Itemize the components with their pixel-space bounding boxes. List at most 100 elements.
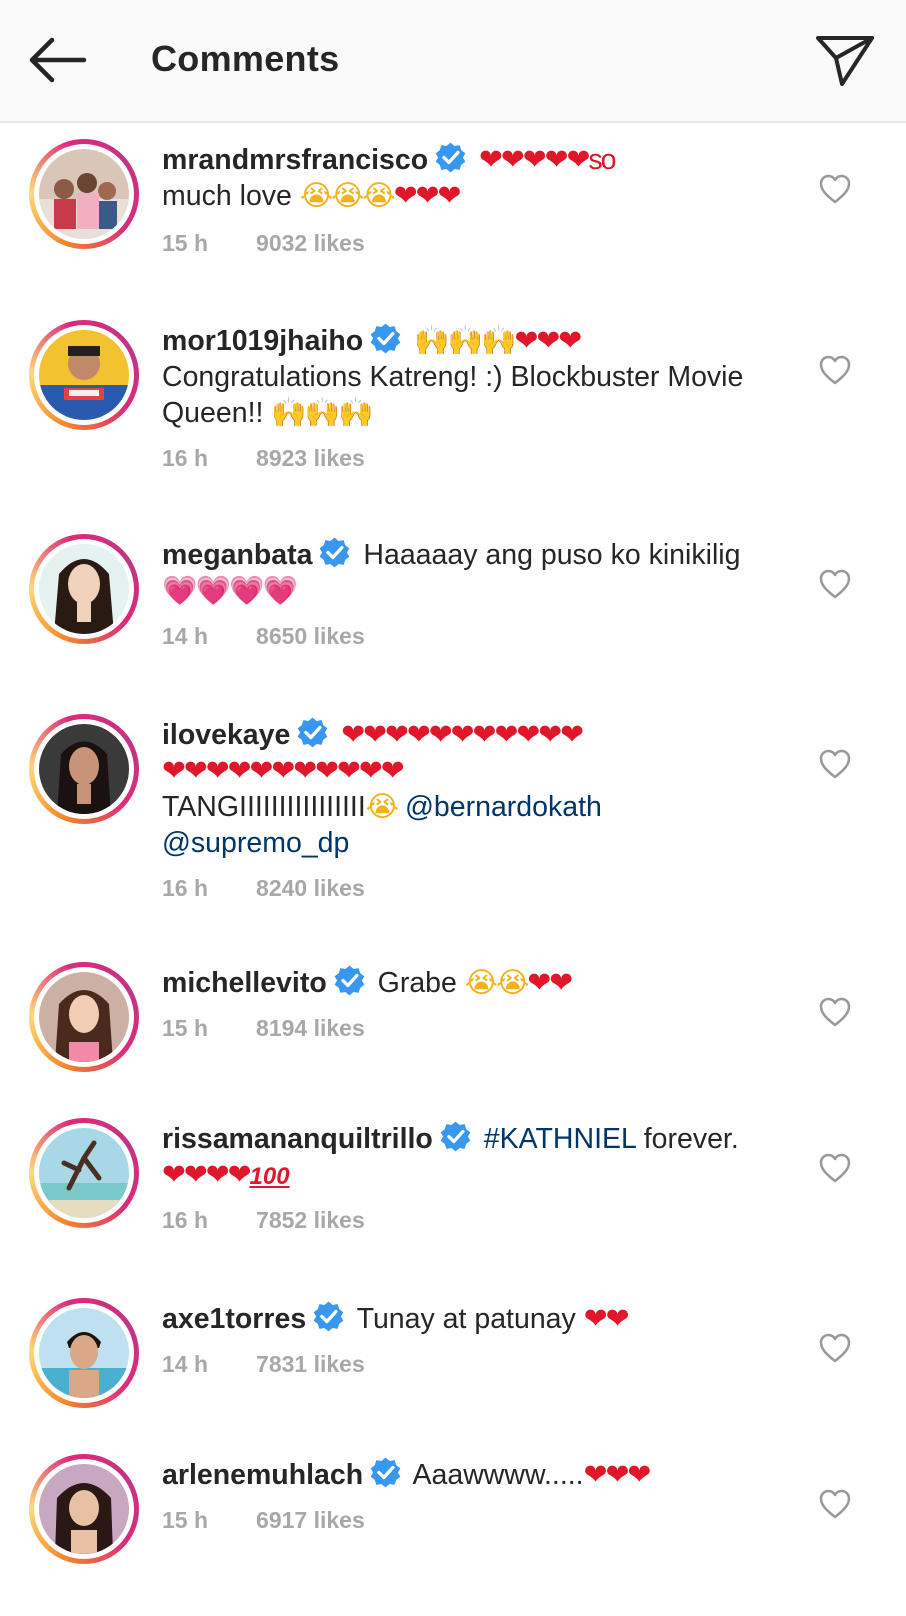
heart-emoji: ❤❤❤❤❤so bbox=[479, 144, 616, 176]
comment-text: arlenemuhlach Aaawwww.....❤❤❤ bbox=[162, 1456, 792, 1493]
mention-link[interactable]: @supremo_dp bbox=[162, 827, 349, 859]
like-count[interactable]: 7831 likes bbox=[256, 1351, 365, 1377]
like-count[interactable]: 9032 likes bbox=[256, 230, 365, 256]
comment-time: 15 h bbox=[162, 1507, 209, 1533]
comment-time: 16 h bbox=[162, 875, 209, 901]
comment-text: axe1torres Tunay at patunay ❤❤ bbox=[162, 1300, 792, 1337]
heart-outline-icon bbox=[819, 174, 851, 204]
back-button[interactable] bbox=[24, 32, 90, 88]
page-title: Comments bbox=[151, 38, 340, 79]
heart-outline-icon bbox=[819, 1333, 851, 1363]
comment-meta: 16 h 7852 likes bbox=[162, 1207, 365, 1234]
comment-time: 16 h bbox=[162, 1207, 209, 1233]
comment-body: forever. bbox=[635, 1123, 739, 1155]
heart-emoji: ❤❤❤ bbox=[393, 180, 462, 212]
comment-body: Aaawwww..... bbox=[412, 1459, 584, 1491]
comment-time: 14 h bbox=[162, 1351, 209, 1377]
comment-username[interactable]: michellevito bbox=[162, 967, 327, 999]
avatar[interactable] bbox=[29, 1118, 139, 1228]
comment-text: michellevito Grabe 😭😭❤❤ bbox=[162, 964, 792, 1001]
avatar[interactable] bbox=[29, 962, 139, 1072]
verified-badge-icon bbox=[333, 964, 366, 997]
comment-username[interactable]: mrandmrsfrancisco bbox=[162, 144, 428, 176]
comment-body: Grabe bbox=[377, 967, 465, 999]
avatar[interactable] bbox=[29, 1454, 139, 1564]
verified-badge-icon bbox=[369, 1456, 402, 1489]
heart-outline-icon bbox=[819, 997, 851, 1027]
hashtag-link[interactable]: #KATHNIEL bbox=[484, 1123, 636, 1155]
heart-outline-icon bbox=[819, 355, 851, 385]
like-button[interactable] bbox=[818, 1332, 852, 1364]
avatar[interactable] bbox=[29, 320, 139, 430]
like-button[interactable] bbox=[818, 748, 852, 780]
comment-meta: 14 h 7831 likes bbox=[162, 1351, 365, 1378]
sparkling-heart-emoji: 💗💗💗💗 bbox=[162, 575, 298, 607]
heart-emoji: ❤❤❤❤❤❤❤❤❤❤❤ bbox=[162, 755, 405, 787]
comment-body: Haaaaay ang puso ko kinikilig bbox=[363, 539, 741, 571]
crying-emoji: 😭 bbox=[365, 791, 399, 823]
hundred-points-emoji: 100 bbox=[249, 1163, 290, 1190]
like-count[interactable]: 8923 likes bbox=[256, 445, 365, 471]
heart-emoji: ❤❤❤ bbox=[583, 1459, 652, 1491]
verified-badge-icon bbox=[312, 1300, 345, 1333]
comment-time: 14 h bbox=[162, 623, 209, 649]
verified-badge-icon bbox=[434, 141, 467, 174]
comment-username[interactable]: meganbata bbox=[162, 539, 312, 571]
verified-badge-icon bbox=[296, 716, 329, 749]
comment-body: much love bbox=[162, 180, 300, 212]
comment-text: mor1019jhaiho 🙌🙌🙌❤❤❤ Congratulations Kat… bbox=[162, 322, 792, 431]
like-button[interactable] bbox=[818, 1488, 852, 1520]
heart-outline-icon bbox=[819, 1153, 851, 1183]
comment-meta: 15 h 8194 likes bbox=[162, 1015, 365, 1042]
like-count[interactable]: 8650 likes bbox=[256, 623, 365, 649]
comment-time: 15 h bbox=[162, 1015, 209, 1041]
verified-badge-icon bbox=[439, 1120, 472, 1153]
avatar[interactable] bbox=[29, 139, 139, 249]
heart-outline-icon bbox=[819, 1489, 851, 1519]
paper-plane-icon bbox=[816, 36, 874, 86]
mention-link[interactable]: @bernardokath bbox=[405, 791, 602, 823]
comment-text: meganbata Haaaaay ang puso ko kinikilig … bbox=[162, 536, 792, 609]
comment-body: Tunay at patunay bbox=[356, 1303, 584, 1335]
heart-emoji: ❤❤❤ bbox=[514, 325, 583, 357]
like-button[interactable] bbox=[818, 568, 852, 600]
verified-badge-icon bbox=[318, 536, 351, 569]
heart-emoji: ❤❤ bbox=[527, 967, 573, 999]
avatar[interactable] bbox=[29, 534, 139, 644]
heart-outline-icon bbox=[819, 749, 851, 779]
comment-text: rissamananquiltrillo #KATHNIEL forever. … bbox=[162, 1120, 792, 1195]
heart-emoji: ❤❤❤❤ bbox=[162, 1159, 252, 1191]
avatar[interactable] bbox=[29, 1298, 139, 1408]
comment-username[interactable]: mor1019jhaiho bbox=[162, 325, 363, 357]
share-button[interactable] bbox=[812, 30, 878, 90]
comment-meta: 16 h 8240 likes bbox=[162, 875, 365, 902]
like-button[interactable] bbox=[818, 173, 852, 205]
like-count[interactable]: 8194 likes bbox=[256, 1015, 365, 1041]
raised-hands-emoji: 🙌🙌🙌 bbox=[414, 325, 516, 357]
header-bar: Comments bbox=[0, 0, 906, 123]
like-button[interactable] bbox=[818, 996, 852, 1028]
comment-username[interactable]: rissamananquiltrillo bbox=[162, 1123, 433, 1155]
comment-meta: 14 h 8650 likes bbox=[162, 623, 365, 650]
comment-meta: 15 h 6917 likes bbox=[162, 1507, 365, 1534]
comment-meta: 15 h 9032 likes bbox=[162, 230, 365, 257]
comment-username[interactable]: ilovekaye bbox=[162, 719, 290, 751]
comment-body: TANGIIIIIIIIIIIIIIII bbox=[162, 791, 366, 823]
arrow-left-icon bbox=[29, 37, 87, 83]
crying-emoji: 😭😭 bbox=[464, 967, 530, 999]
heart-emoji: ❤❤❤❤❤❤❤❤❤❤❤ bbox=[341, 719, 584, 751]
like-button[interactable] bbox=[818, 1152, 852, 1184]
heart-outline-icon bbox=[819, 569, 851, 599]
comment-text: mrandmrsfrancisco ❤❤❤❤❤so much love 😭😭😭❤… bbox=[162, 141, 792, 214]
comment-username[interactable]: arlenemuhlach bbox=[162, 1459, 363, 1491]
comment-time: 16 h bbox=[162, 445, 209, 471]
comment-time: 15 h bbox=[162, 230, 209, 256]
like-button[interactable] bbox=[818, 354, 852, 386]
like-count[interactable]: 7852 likes bbox=[256, 1207, 365, 1233]
comment-username[interactable]: axe1torres bbox=[162, 1303, 306, 1335]
like-count[interactable]: 6917 likes bbox=[256, 1507, 365, 1533]
comment-body: Congratulations Katreng! :) Blockbuster … bbox=[162, 361, 744, 429]
like-count[interactable]: 8240 likes bbox=[256, 875, 365, 901]
avatar[interactable] bbox=[29, 714, 139, 824]
verified-badge-icon bbox=[369, 322, 402, 355]
